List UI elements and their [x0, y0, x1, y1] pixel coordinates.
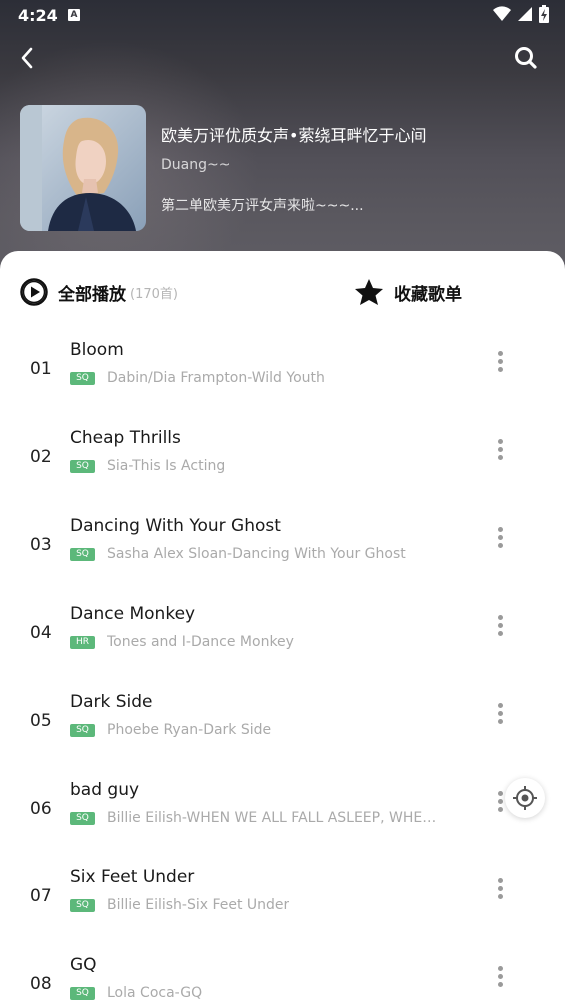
song-row[interactable]: 03 Dancing With Your Ghost SQ Sasha Alex… [0, 501, 565, 589]
song-row[interactable]: 01 Bloom SQ Dabin/Dia Frampton-Wild Yout… [0, 325, 565, 413]
song-number: 04 [30, 623, 52, 643]
more-options-button[interactable] [494, 439, 506, 467]
playlist-cover[interactable] [20, 105, 146, 231]
song-artist-album: Phoebe Ryan-Dark Side [107, 722, 272, 738]
song-number: 08 [30, 974, 52, 994]
chevron-left-icon [21, 47, 33, 69]
playlist-author[interactable]: Duang~~ [161, 157, 230, 173]
quality-badge: SQ [70, 724, 95, 737]
song-title: Dance Monkey [70, 604, 196, 624]
song-title: GQ [70, 955, 97, 975]
song-title: Cheap Thrills [70, 428, 181, 448]
song-number: 06 [30, 799, 52, 819]
collect-playlist-button[interactable]: 收藏歌单 [354, 278, 462, 306]
song-row[interactable]: 06 bad guy SQ Billie Eilish-WHEN WE ALL … [0, 765, 565, 853]
song-artist-album: Sasha Alex Sloan-Dancing With Your Ghost [107, 546, 406, 562]
song-row[interactable]: 08 GQ SQ Lola Coca-GQ [0, 940, 565, 1004]
song-row[interactable]: 02 Cheap Thrills SQ Sia-This Is Acting [0, 413, 565, 501]
play-all-label: 全部播放 [58, 284, 126, 305]
song-number: 02 [30, 447, 52, 467]
song-artist-album: Sia-This Is Acting [107, 458, 226, 474]
song-number: 05 [30, 711, 52, 731]
search-icon [515, 47, 537, 69]
notification-icon: A [68, 9, 80, 21]
locate-icon [513, 786, 537, 810]
star-icon [355, 279, 383, 305]
song-number: 07 [30, 886, 52, 906]
playlist-description[interactable]: 第二单欧美万评女声来啦~~~... [161, 195, 364, 215]
playlist-title: 欧美万评优质女声•萦绕耳畔忆于心间 [161, 126, 427, 145]
locate-current-song-button[interactable] [505, 778, 545, 818]
song-title: Bloom [70, 340, 124, 360]
song-row[interactable]: 04 Dance Monkey HR Tones and I-Dance Mon… [0, 589, 565, 677]
song-title: Dancing With Your Ghost [70, 516, 281, 536]
quality-badge: SQ [70, 987, 95, 1000]
status-icons [493, 5, 549, 23]
song-artist-album: Billie Eilish-Six Feet Under [107, 897, 290, 913]
wifi-icon [493, 6, 511, 22]
song-row[interactable]: 07 Six Feet Under SQ Billie Eilish-Six F… [0, 852, 565, 940]
song-row[interactable]: 05 Dark Side SQ Phoebe Ryan-Dark Side [0, 677, 565, 765]
play-all-button[interactable]: 全部播放 (170首) [20, 278, 178, 306]
back-button[interactable] [14, 44, 42, 72]
more-options-button[interactable] [494, 878, 506, 906]
song-number: 03 [30, 535, 52, 555]
more-options-button[interactable] [494, 527, 506, 555]
quality-badge: SQ [70, 812, 95, 825]
battery-charging-icon [539, 5, 549, 23]
search-button[interactable] [513, 45, 539, 71]
play-circle-icon [20, 278, 48, 306]
quality-badge: SQ [70, 372, 95, 385]
song-artist-album: Tones and I-Dance Monkey [107, 634, 294, 650]
song-artist-album: Billie Eilish-WHEN WE ALL FALL ASLEEP, W… [107, 810, 437, 826]
status-bar: 4:24 A [0, 0, 565, 32]
more-options-button[interactable] [494, 351, 506, 379]
quality-badge: SQ [70, 460, 95, 473]
song-artist-album: Dabin/Dia Frampton-Wild Youth [107, 370, 325, 386]
quality-badge: SQ [70, 548, 95, 561]
song-number: 01 [30, 359, 52, 379]
song-count: (170首) [130, 286, 178, 302]
song-title: Six Feet Under [70, 867, 195, 887]
more-options-button[interactable] [494, 615, 506, 643]
song-title: bad guy [70, 780, 140, 800]
song-artist-album: Lola Coca-GQ [107, 985, 203, 1001]
more-options-button[interactable] [494, 703, 506, 731]
signal-icon [518, 7, 532, 21]
more-options-button[interactable] [494, 966, 506, 994]
quality-badge: SQ [70, 899, 95, 912]
status-time: 4:24 [18, 6, 58, 25]
quality-badge: HR [70, 636, 95, 649]
song-title: Dark Side [70, 692, 153, 712]
cover-image [20, 105, 146, 231]
collect-playlist-label: 收藏歌单 [394, 284, 462, 305]
